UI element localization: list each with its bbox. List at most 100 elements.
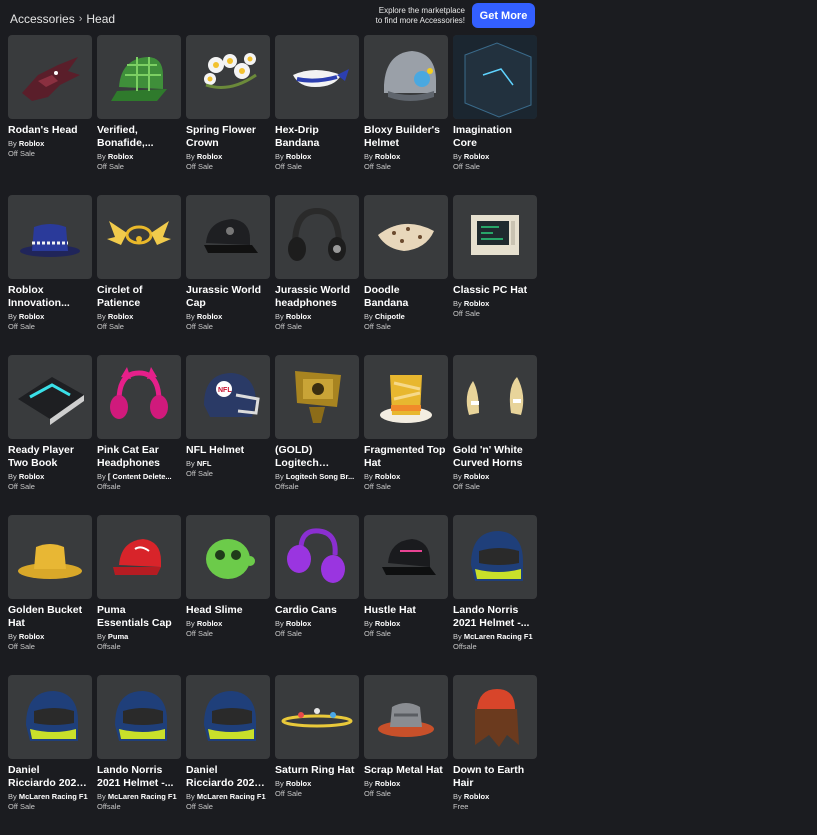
item-card[interactable]: Head Slime By Roblox Off Sale — [186, 515, 270, 675]
horns-icon[interactable] — [453, 355, 537, 439]
item-card[interactable]: Cardio Cans By Roblox Off Sale — [275, 515, 359, 675]
item-name[interactable]: Jurassic World headphones — [275, 284, 359, 310]
scrap-hat-icon[interactable] — [364, 675, 448, 759]
item-card[interactable]: (GOLD) Logitech StreamCam By Logitech Son… — [275, 355, 359, 515]
hair-beanie-icon[interactable] — [453, 675, 537, 759]
red-cap-icon[interactable] — [97, 515, 181, 599]
top-hat-icon[interactable] — [364, 355, 448, 439]
item-card[interactable]: Doodle Bandana By Chipotle Off Sale — [364, 195, 448, 355]
creator-link[interactable]: [ Content Delete... — [108, 472, 172, 481]
item-card[interactable]: Gold 'n' White Curved Horns By Roblox Off … — [453, 355, 537, 515]
slime-icon[interactable] — [186, 515, 270, 599]
item-name[interactable]: Rodan's Head — [8, 124, 92, 137]
item-name[interactable]: Head Slime — [186, 604, 270, 617]
item-card[interactable]: Golden Bucket Hat By Roblox Off Sale — [8, 515, 92, 675]
creator-link[interactable]: Roblox — [464, 472, 489, 481]
cat-ear-headphones-icon[interactable] — [97, 355, 181, 439]
creator-link[interactable]: McLaren Racing F1 — [464, 632, 533, 641]
item-name[interactable]: Verified, Bonafide,... — [97, 124, 181, 150]
item-name[interactable]: Scrap Metal Hat — [364, 764, 448, 777]
flower-crown-icon[interactable] — [186, 35, 270, 119]
creator-link[interactable]: Roblox — [464, 152, 489, 161]
creator-link[interactable]: Roblox — [108, 152, 133, 161]
bandana-icon[interactable] — [275, 35, 359, 119]
item-card[interactable]: Imagination Core By Roblox Off Sale — [453, 35, 537, 195]
item-card[interactable]: Puma Essentials Cap By Puma Offsale — [97, 515, 181, 675]
item-name[interactable]: Puma Essentials Cap — [97, 604, 181, 630]
item-name[interactable]: Fragmented Top Hat — [364, 444, 448, 470]
creator-link[interactable]: Roblox — [197, 152, 222, 161]
creator-link[interactable]: Puma — [108, 632, 128, 641]
bucket-hat-icon[interactable] — [8, 515, 92, 599]
item-card[interactable]: Saturn Ring Hat By Roblox Off Sale — [275, 675, 359, 835]
item-name[interactable]: NFL Helmet — [186, 444, 270, 457]
webcam-icon[interactable] — [275, 355, 359, 439]
get-more-button[interactable]: Get More — [472, 3, 535, 28]
creator-link[interactable]: Roblox — [197, 619, 222, 628]
item-name[interactable]: Down to Earth Hair — [453, 764, 537, 790]
creator-link[interactable]: Roblox — [19, 472, 44, 481]
creator-link[interactable]: Roblox — [375, 619, 400, 628]
creator-link[interactable]: Roblox — [286, 779, 311, 788]
creator-link[interactable]: Roblox — [286, 619, 311, 628]
item-card[interactable]: Daniel Ricciardo 2021 Helmet -... By McLa… — [8, 675, 92, 835]
hustle-cap-icon[interactable] — [364, 515, 448, 599]
headphones-icon[interactable] — [275, 195, 359, 279]
racing-helmet-icon[interactable] — [97, 675, 181, 759]
purple-earmuffs-icon[interactable] — [275, 515, 359, 599]
item-name[interactable]: Lando Norris 2021 Helmet -... — [453, 604, 537, 630]
cube-icon[interactable] — [453, 35, 537, 119]
creator-link[interactable]: Roblox — [464, 792, 489, 801]
item-name[interactable]: Daniel Ricciardo 2021 Helmet -... — [8, 764, 92, 790]
creator-link[interactable]: Roblox — [286, 152, 311, 161]
item-name[interactable]: Daniel Ricciardo 2021 Helmet -... — [186, 764, 270, 790]
pc-monitor-icon[interactable] — [453, 195, 537, 279]
item-card[interactable]: Ready Player Two Book By Roblox Off Sale — [8, 355, 92, 515]
item-name[interactable]: Circlet of Patience — [97, 284, 181, 310]
dragon-head-icon[interactable] — [8, 35, 92, 119]
item-name[interactable]: Jurassic World Cap — [186, 284, 270, 310]
item-name[interactable]: Lando Norris 2021 Helmet -... — [97, 764, 181, 790]
item-card[interactable]: Classic PC Hat By Roblox Off Sale — [453, 195, 537, 355]
creator-link[interactable]: Logitech Song Br... — [286, 472, 354, 481]
item-name[interactable]: Hustle Hat — [364, 604, 448, 617]
creator-link[interactable]: Roblox — [108, 312, 133, 321]
creator-link[interactable]: Roblox — [375, 472, 400, 481]
creator-link[interactable]: Roblox — [375, 152, 400, 161]
saturn-ring-icon[interactable] — [275, 675, 359, 759]
doodle-bandana-icon[interactable] — [364, 195, 448, 279]
item-name[interactable]: Imagination Core — [453, 124, 537, 150]
item-card[interactable]: Jurassic World headphones By Roblox Off Sa… — [275, 195, 359, 355]
book-icon[interactable] — [8, 355, 92, 439]
item-name[interactable]: Golden Bucket Hat — [8, 604, 92, 630]
winged-circlet-icon[interactable] — [97, 195, 181, 279]
item-card[interactable]: Spring Flower Crown By Roblox Off Sale — [186, 35, 270, 195]
creator-link[interactable]: NFL — [197, 459, 212, 468]
item-name[interactable]: Hex-Drip Bandana — [275, 124, 359, 150]
item-name[interactable]: Cardio Cans — [275, 604, 359, 617]
creator-link[interactable]: Roblox — [286, 312, 311, 321]
item-card[interactable]: Bloxy Builder's Helmet By Roblox Off Sale — [364, 35, 448, 195]
item-name[interactable]: (GOLD) Logitech StreamCam — [275, 444, 359, 470]
item-card[interactable]: Rodan's Head By Roblox Off Sale — [8, 35, 92, 195]
creator-link[interactable]: Roblox — [197, 312, 222, 321]
creator-link[interactable]: Roblox — [19, 312, 44, 321]
racing-helmet-icon[interactable] — [453, 515, 537, 599]
item-name[interactable]: Pink Cat Ear Headphones — [97, 444, 181, 470]
creator-link[interactable]: McLaren Racing F1 — [197, 792, 266, 801]
breadcrumb-accessories-link[interactable]: Accessories — [10, 12, 75, 26]
item-name[interactable]: Gold 'n' White Curved Horns — [453, 444, 537, 470]
item-card[interactable]: Down to Earth Hair By Roblox Free — [453, 675, 537, 835]
green-plaid-cap-icon[interactable] — [97, 35, 181, 119]
creator-link[interactable]: Roblox — [464, 299, 489, 308]
builder-helmet-icon[interactable] — [364, 35, 448, 119]
item-card[interactable]: Circlet of Patience By Roblox Off Sale — [97, 195, 181, 355]
creator-link[interactable]: McLaren Racing F1 — [108, 792, 177, 801]
item-name[interactable]: Doodle Bandana — [364, 284, 448, 310]
item-name[interactable]: Ready Player Two Book — [8, 444, 92, 470]
item-name[interactable]: Spring Flower Crown — [186, 124, 270, 150]
blue-hat-icon[interactable] — [8, 195, 92, 279]
item-name[interactable]: Classic PC Hat — [453, 284, 537, 297]
item-card[interactable]: NFL NFL Helmet By NFL Off Sale — [186, 355, 270, 515]
racing-helmet-icon[interactable] — [8, 675, 92, 759]
